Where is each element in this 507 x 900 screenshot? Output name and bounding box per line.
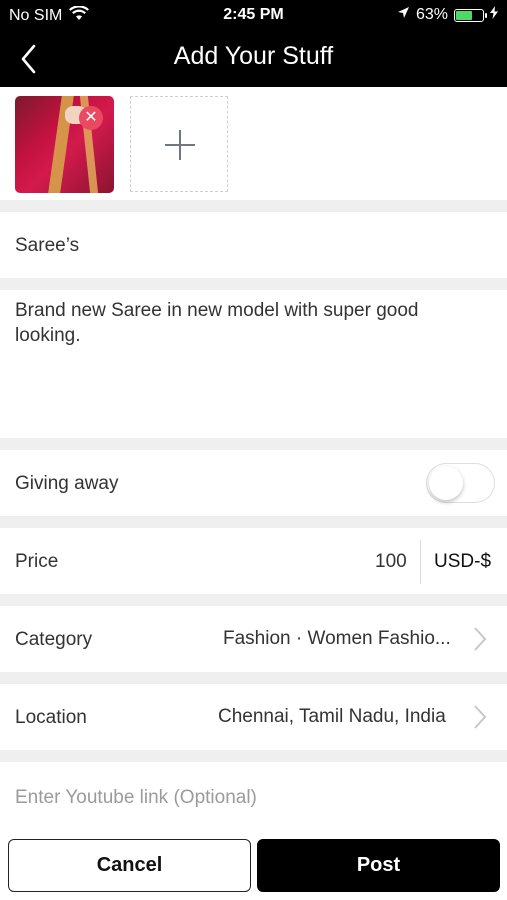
separator: [0, 594, 507, 606]
cancel-button[interactable]: Cancel: [8, 839, 251, 892]
plus-icon: [165, 130, 195, 160]
battery-icon: [454, 8, 487, 22]
currency-selector[interactable]: USD-$: [434, 551, 491, 573]
youtube-link-input[interactable]: [0, 775, 507, 820]
remove-photo-button[interactable]: ✕: [79, 106, 103, 130]
page-title: Add Your Stuff: [173, 42, 334, 70]
post-button[interactable]: Post: [257, 839, 500, 892]
battery-level: [456, 10, 473, 20]
nav-bar: Add Your Stuff: [0, 30, 507, 87]
price-row: Price 100 USD-$: [0, 528, 507, 594]
status-bar: No SIM 2:45 PM 63%: [0, 0, 507, 30]
giving-away-toggle[interactable]: [426, 463, 495, 503]
location-value: Chennai, Tamil Nadu, India: [218, 706, 446, 727]
location-arrow-icon: [397, 6, 410, 24]
toggle-knob: [429, 466, 463, 500]
title-field[interactable]: Saree’s: [0, 212, 507, 278]
separator: [0, 278, 507, 290]
price-label: Price: [15, 551, 59, 572]
location-row[interactable]: Location Chennai, Tamil Nadu, India: [0, 684, 507, 750]
price-divider: [420, 540, 421, 584]
separator: [0, 672, 507, 684]
separator: [0, 200, 507, 212]
description-value: Brand new Saree in new model with super …: [15, 300, 419, 346]
price-input[interactable]: 100: [375, 551, 407, 573]
separator: [0, 516, 507, 528]
charging-icon: [490, 6, 498, 24]
category-row[interactable]: Category Fashion · Women Fashio...: [0, 606, 507, 672]
category-label: Category: [15, 629, 93, 650]
close-icon: ✕: [84, 109, 98, 126]
status-right: 63%: [397, 6, 498, 24]
photo-strip: [0, 87, 507, 200]
chevron-right-icon: [474, 627, 487, 651]
add-photo-button[interactable]: [130, 96, 228, 192]
giving-away-label: Giving away: [15, 473, 119, 494]
battery-percent: 63%: [415, 6, 448, 23]
category-value: Fashion · Women Fashio...: [223, 628, 451, 649]
title-value: Saree’s: [15, 235, 80, 256]
location-label: Location: [15, 707, 87, 728]
separator: [0, 438, 507, 450]
separator: [0, 750, 507, 762]
chevron-right-icon: [474, 705, 487, 729]
